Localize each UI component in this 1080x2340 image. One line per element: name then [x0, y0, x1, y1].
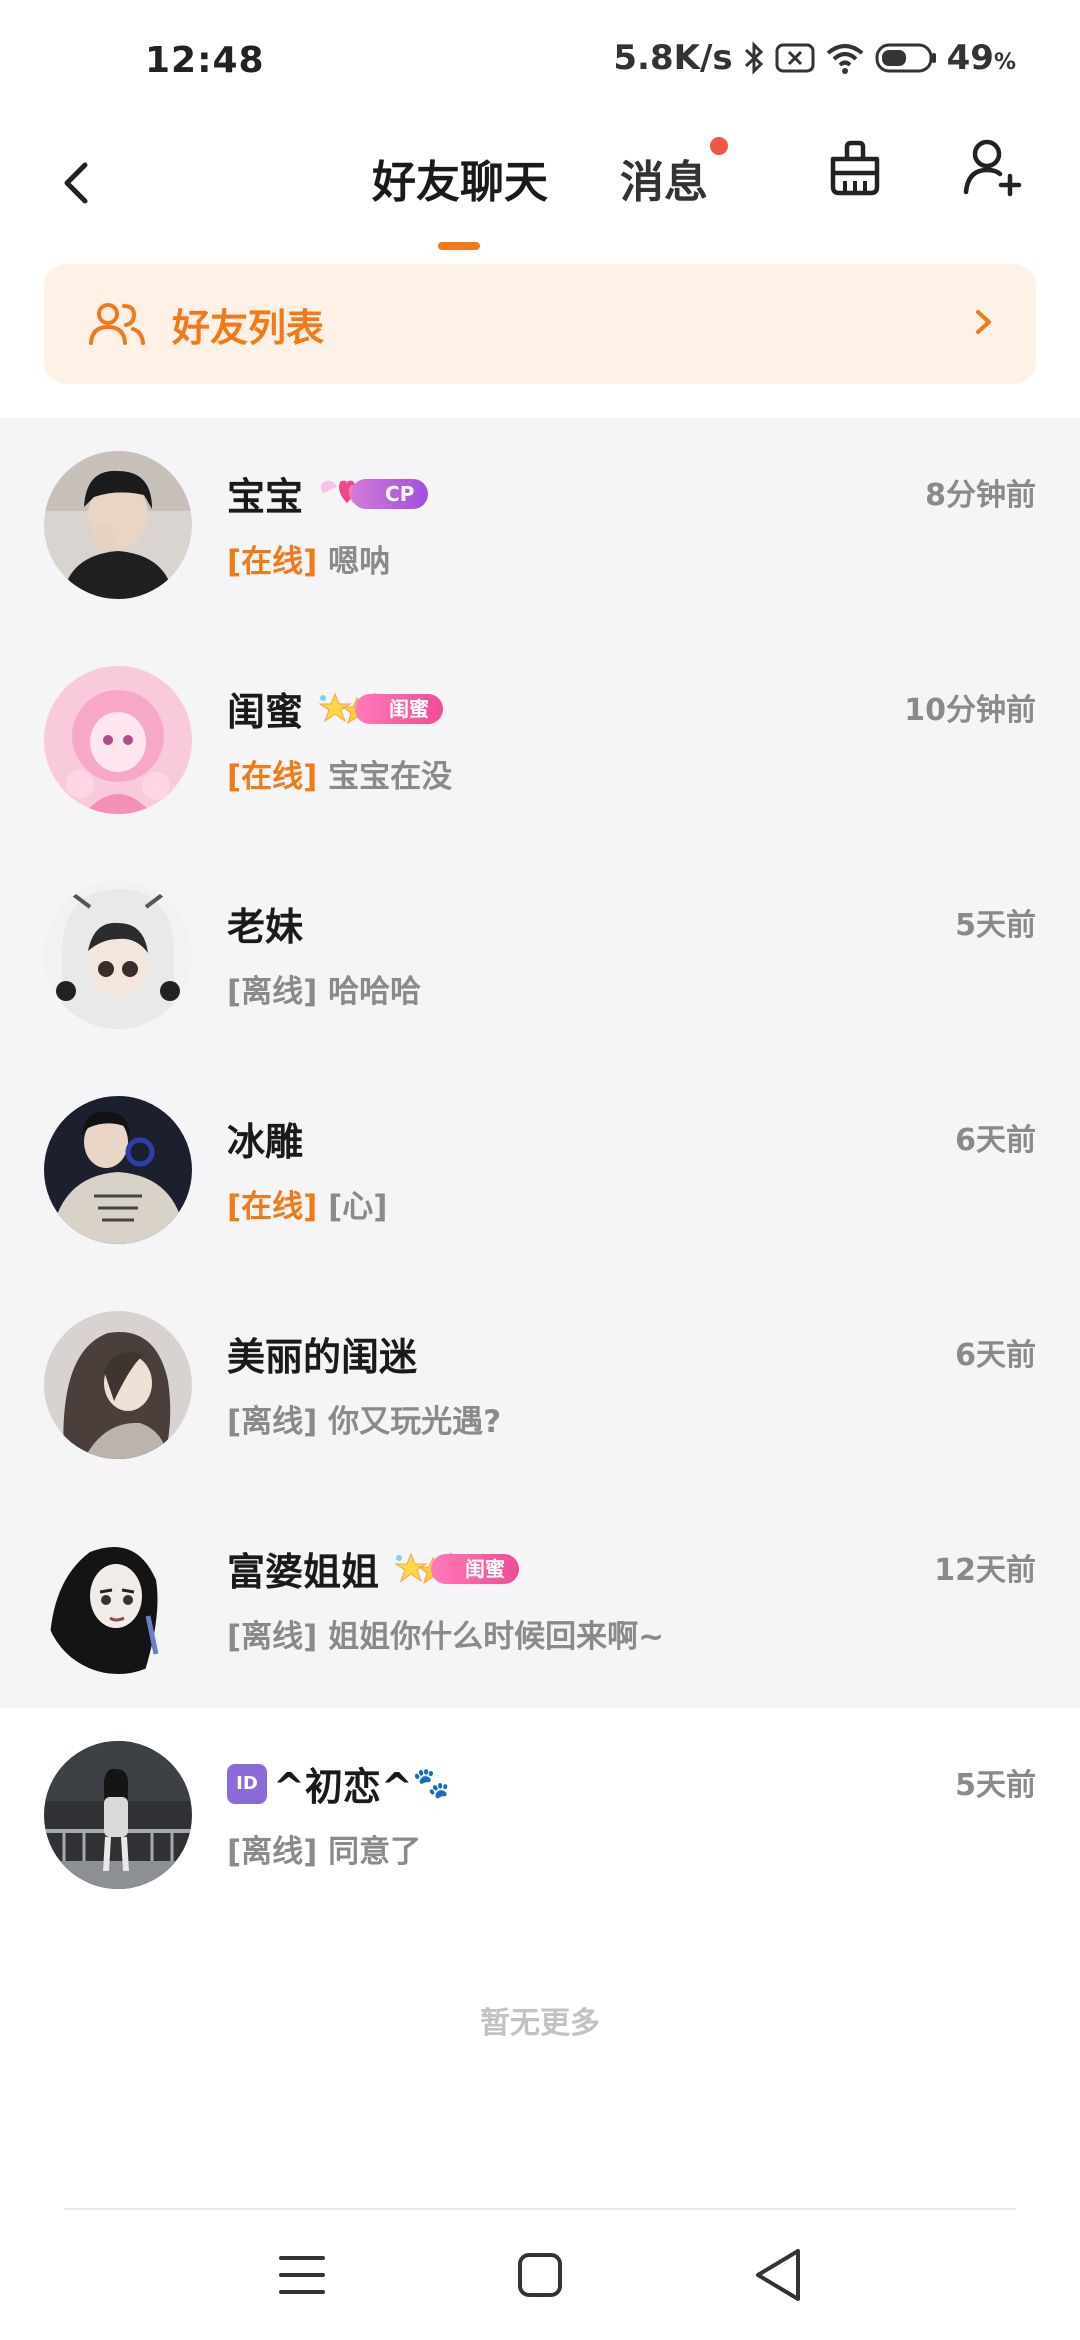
chat-name-text: 闺蜜	[227, 690, 304, 734]
avatar	[44, 451, 192, 599]
battery-icon	[875, 42, 937, 74]
chat-name-text: 老妹	[227, 905, 304, 949]
clean-button[interactable]	[822, 134, 888, 200]
chat-preview: [离线] 姐姐你什么时候回来啊~	[227, 1611, 664, 1656]
chat-name-text: 冰雕	[227, 1120, 304, 1164]
status-label: [离线]	[227, 1619, 318, 1655]
chat-item[interactable]: 闺蜜 闺蜜 10分钟前 [在线] 宝宝在没	[0, 633, 1080, 848]
chat-name: 美丽的闺迷	[227, 1326, 417, 1381]
bestie-badge: 闺蜜	[393, 1552, 520, 1586]
chat-name: 闺蜜 闺蜜	[227, 681, 444, 736]
chat-name-text: 美丽的闺迷	[227, 1335, 418, 1379]
chat-time: 8分钟前	[925, 478, 1036, 513]
chat-preview: [离线] 同意了	[227, 1826, 421, 1871]
id-icon: ID	[227, 1763, 267, 1804]
preview-text: [心]	[328, 1189, 388, 1225]
chat-name-text: 富婆姐姐	[227, 1550, 380, 1594]
cp-badge: CP	[317, 477, 429, 511]
chat-time: 5天前	[955, 908, 1036, 943]
net-speed: 5.8K/s	[613, 38, 733, 78]
avatar	[44, 1741, 192, 1889]
chat-time: 10分钟前	[904, 693, 1036, 728]
status-label: [在线]	[227, 1189, 318, 1225]
avatar	[44, 1526, 192, 1674]
chat-time: 5天前	[955, 1768, 1036, 1803]
home-button[interactable]	[500, 2240, 580, 2310]
preview-text: 嗯呐	[328, 544, 391, 580]
avatar	[44, 1096, 192, 1244]
chat-item[interactable]: 冰雕 6天前 [在线] [心]	[0, 1063, 1080, 1278]
status-label: [在线]	[227, 759, 318, 795]
preview-text: 宝宝在没	[328, 759, 453, 795]
chat-name: 老妹	[227, 896, 303, 951]
unread-dot	[710, 137, 728, 155]
chat-preview: [离线] 你又玩光遇?	[227, 1396, 501, 1441]
preview-text: 姐姐你什么时候回来啊~	[328, 1619, 665, 1655]
badge-label: 闺蜜	[431, 1553, 520, 1584]
status-label: [离线]	[227, 1834, 318, 1870]
chevron-right-icon	[972, 302, 996, 346]
friends-list-banner[interactable]: 好友列表	[44, 264, 1036, 384]
chat-name: 富婆姐姐 闺蜜	[227, 1541, 520, 1596]
tab-friend-chat[interactable]: 好友聊天	[372, 138, 548, 250]
wifi-icon	[825, 41, 865, 75]
tab-messages[interactable]: 消息	[620, 138, 708, 228]
tab-messages-label: 消息	[620, 157, 708, 208]
bluetooth-icon	[743, 41, 765, 75]
preview-text: 哈哈哈	[328, 974, 422, 1010]
status-time: 12:48	[145, 40, 265, 81]
system-back-button[interactable]	[738, 2240, 818, 2310]
header: 好友聊天 消息	[0, 120, 1080, 250]
chat-item[interactable]: 宝宝 CP 8分钟前 [在线] 嗯呐	[0, 418, 1080, 633]
clean-basket-icon	[830, 140, 880, 196]
badge-label: CP	[351, 478, 429, 509]
chat-item[interactable]: 富婆姐姐 闺蜜 12天前 [离线] 姐姐你什么时候回来啊~	[0, 1493, 1080, 1708]
avatar	[44, 1311, 192, 1459]
chat-preview: [离线] 哈哈哈	[227, 966, 421, 1011]
tab-active-indicator	[438, 242, 480, 250]
friends-list-label: 好友列表	[172, 305, 325, 350]
status-bar: 12:48 5.8K/s 49%	[0, 0, 1080, 120]
chat-preview: [在线] 嗯呐	[227, 536, 390, 581]
no-more-text: 暂无更多	[480, 2006, 600, 2041]
status-label: [离线]	[227, 974, 318, 1010]
chat-preview: [在线] 宝宝在没	[227, 751, 452, 796]
chat-time: 12天前	[934, 1553, 1036, 1588]
chat-item[interactable]: 老妹 5天前 [离线] 哈哈哈	[0, 848, 1080, 1063]
nav-divider	[64, 2208, 1016, 2210]
chat-item[interactable]: ID ^初恋^ 🐾 5天前 [离线] 同意了	[0, 1708, 1080, 1923]
paw-icon: 🐾	[412, 1766, 451, 1801]
menu-button[interactable]	[262, 2240, 342, 2310]
menu-icon	[279, 2256, 325, 2294]
chat-name: ID ^初恋^ 🐾	[227, 1756, 450, 1811]
back-button[interactable]	[40, 138, 110, 228]
status-right: 5.8K/s 49%	[613, 38, 1016, 78]
chat-name: 宝宝 CP	[227, 466, 429, 521]
battery-level: 49%	[946, 38, 1016, 78]
chat-time: 6天前	[955, 1338, 1036, 1373]
avatar	[44, 881, 192, 1029]
chat-item[interactable]: 美丽的闺迷 6天前 [离线] 你又玩光遇?	[0, 1278, 1080, 1493]
chat-name-text: 宝宝	[227, 475, 304, 519]
badge-label: 闺蜜	[355, 693, 444, 724]
back-triangle-icon	[756, 2249, 800, 2301]
preview-text: 同意了	[328, 1834, 422, 1870]
add-friend-button[interactable]	[960, 134, 1026, 200]
chat-name: 冰雕	[227, 1111, 303, 1166]
chat-list: 宝宝 CP 8分钟前 [在线] 嗯呐 闺蜜 闺蜜 10分钟前 [在线] 宝宝在没…	[0, 418, 1080, 1923]
status-label: [离线]	[227, 1404, 318, 1440]
home-icon	[518, 2253, 562, 2297]
add-friend-icon	[963, 139, 1022, 197]
chat-name-text: ^初恋^	[273, 1765, 413, 1809]
back-icon	[64, 162, 88, 204]
preview-text: 你又玩光遇?	[328, 1404, 502, 1440]
chat-preview: [在线] [心]	[227, 1181, 387, 1226]
friends-icon	[88, 294, 148, 354]
chat-time: 6天前	[955, 1123, 1036, 1158]
avatar	[44, 666, 192, 814]
bestie-badge: 闺蜜	[317, 692, 444, 726]
screen-close-icon	[775, 42, 815, 74]
tab-friend-chat-label: 好友聊天	[372, 157, 548, 208]
status-label: [在线]	[227, 544, 318, 580]
